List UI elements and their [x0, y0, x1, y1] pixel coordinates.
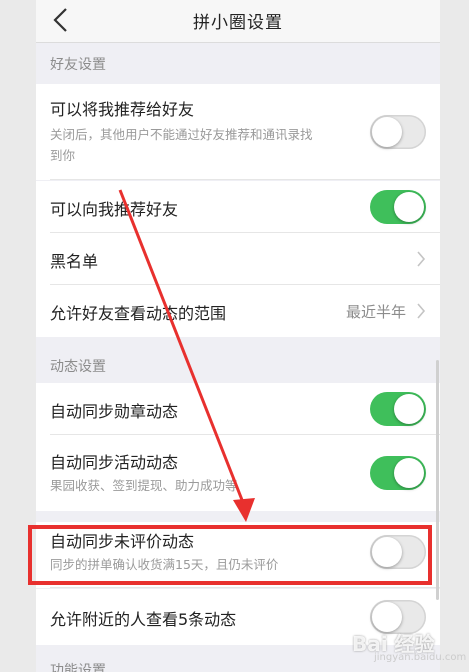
- section-header-dynamics: 动态设置: [50, 359, 106, 375]
- row-title: 可以将我推荐给好友: [50, 100, 195, 119]
- sync-activity-toggle[interactable]: [370, 456, 426, 490]
- row-subtitle: 同步的拼单确认收货满15天，且仍未评价: [50, 557, 279, 572]
- row-blacklist[interactable]: 黑名单: [36, 233, 440, 285]
- toggle-knob: [394, 192, 424, 222]
- chevron-right-icon: [417, 251, 426, 267]
- row-subtitle-line: 到你: [50, 148, 76, 163]
- row-recommend-me: 可以将我推荐给好友 关闭后，其他用户不能通过好友推荐和通讯录找 到你: [36, 84, 440, 180]
- row-sync-badge: 自动同步勋章动态: [36, 383, 440, 435]
- row-sync-unreviewed: 自动同步未评价动态 同步的拼单确认收货满15天，且仍未评价: [36, 522, 440, 588]
- row-title: 自动同步活动动态: [50, 453, 179, 472]
- settings-page: 拼小圈设置 好友设置 可以将我推荐给好友 关闭后，其他用户不能通过好友推荐和通讯…: [36, 0, 440, 672]
- row-subtitle: 果园收获、签到提现、助力成功等: [50, 478, 238, 493]
- row-visible-range[interactable]: 允许好友查看动态的范围 最近半年: [36, 285, 440, 337]
- chevron-right-icon: [417, 303, 426, 319]
- divider: [50, 587, 440, 588]
- visible-range-value: 最近半年: [345, 303, 406, 321]
- page-title: 拼小圈设置: [193, 13, 283, 33]
- row-sync-activity: 自动同步活动动态 果园收获、签到提现、助力成功等: [36, 435, 440, 511]
- recommend-me-toggle[interactable]: [370, 115, 426, 149]
- toggle-knob: [394, 458, 424, 488]
- section-header-features: 功能设置: [50, 663, 106, 672]
- watermark-url: jingyan.baidu.com: [374, 652, 467, 663]
- row-subtitle-line: 关闭后，其他用户不能通过好友推荐和通讯录找: [50, 127, 313, 142]
- row-subtitle: 关闭后，其他用户不能通过好友推荐和通讯录找 到你: [50, 124, 370, 166]
- toggle-knob: [394, 394, 424, 424]
- row-title: 自动同步未评价动态: [50, 532, 195, 551]
- row-title: 允许好友查看动态的范围: [50, 304, 227, 323]
- divider: [50, 179, 440, 180]
- sync-unreviewed-toggle[interactable]: [370, 535, 426, 569]
- toggle-knob: [372, 537, 402, 567]
- navigation-bar: 拼小圈设置: [36, 0, 440, 43]
- row-recommend-friends: 可以向我推荐好友: [36, 181, 440, 233]
- section-header-friends: 好友设置: [50, 57, 106, 73]
- sync-badge-toggle[interactable]: [370, 392, 426, 426]
- row-title: 可以向我推荐好友: [50, 200, 179, 219]
- recommend-friends-toggle[interactable]: [370, 190, 426, 224]
- row-title: 黑名单: [50, 252, 99, 271]
- toggle-knob: [372, 117, 402, 147]
- scrollbar[interactable]: [436, 360, 439, 600]
- row-title: 自动同步勋章动态: [50, 402, 179, 421]
- row-title: 允许附近的人查看5条动态: [50, 610, 237, 629]
